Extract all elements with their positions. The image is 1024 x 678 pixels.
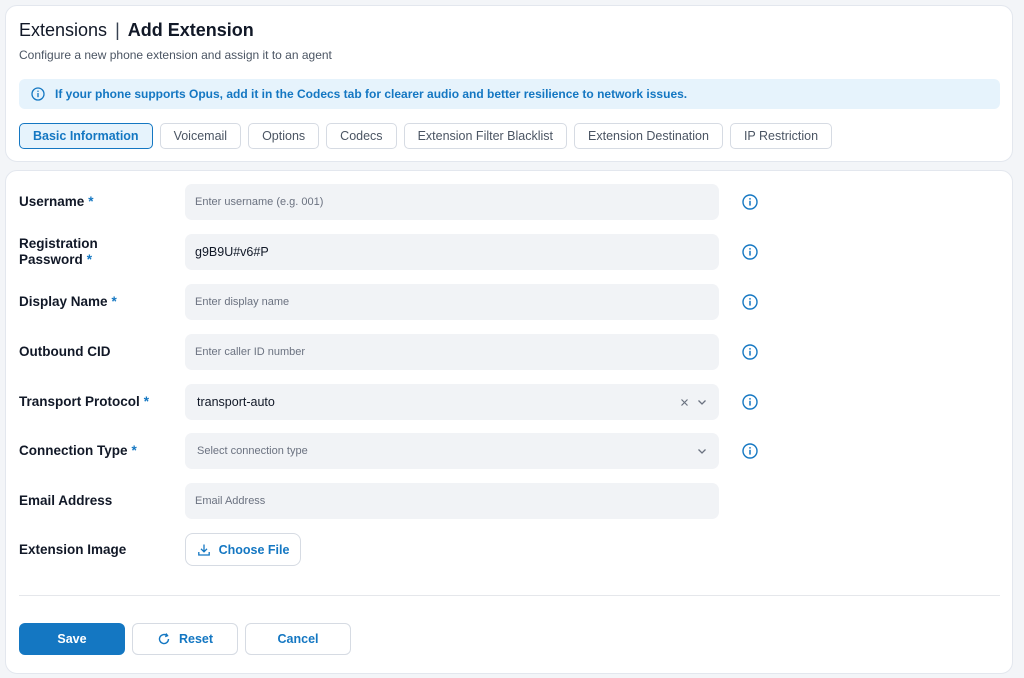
username-row: Username * [19,184,779,220]
email-address-label: Email Address [19,493,113,508]
breadcrumb-separator: | [115,20,120,40]
chevron-down-icon[interactable] [697,446,707,456]
info-circle-icon [31,87,45,101]
reset-button[interactable]: Reset [132,623,238,655]
email-address-input[interactable] [185,483,719,519]
outbound-cid-label: Outbound CID [19,344,111,359]
username-input[interactable] [185,184,719,220]
required-marker: * [143,394,150,409]
tab-extension-filter-blacklist[interactable]: Extension Filter Blacklist [403,123,568,149]
connection-type-label-text: Connection Type [19,443,128,458]
tab-voicemail[interactable]: Voicemail [159,123,242,149]
username-label: Username * [19,184,169,220]
connection-type-select[interactable]: Select connection type [185,433,719,469]
connection-type-label: Connection Type * [19,433,169,469]
download-icon [197,543,211,557]
transport-protocol-select[interactable]: transport-auto [185,384,719,420]
info-icon[interactable] [742,344,758,360]
connection-type-row: Connection Type * Select connection type [19,433,779,469]
choose-file-label: Choose File [218,542,290,557]
transport-protocol-label-text: Transport Protocol [19,394,140,409]
save-button[interactable]: Save [19,623,125,655]
email-address-row: Email Address [19,483,779,519]
info-banner-text: If your phone supports Opus, add it in t… [55,87,688,101]
choose-file-button[interactable]: Choose File [185,533,301,566]
transport-protocol-row: Transport Protocol * transport-auto [19,384,779,420]
refresh-icon [157,632,171,646]
connection-type-placeholder: Select connection type [197,445,308,457]
info-banner: If your phone supports Opus, add it in t… [19,79,1000,109]
required-marker: * [111,294,117,309]
tab-ip-restriction[interactable]: IP Restriction [729,123,833,149]
transport-protocol-label: Transport Protocol * [19,384,169,420]
page-subtitle: Configure a new phone extension and assi… [19,48,332,62]
extension-image-row: Extension Image Choose File [19,533,779,569]
tab-options[interactable]: Options [248,123,320,149]
registration-password-label-line2: Password [19,252,83,267]
chevron-down-icon[interactable] [697,397,707,407]
reset-label: Reset [178,632,214,646]
page-title: Extensions | Add Extension [19,20,254,41]
header-card: Extensions | Add Extension Configure a n… [5,5,1013,162]
registration-password-label-line1: Registration [19,236,98,251]
display-name-label: Display Name * [19,284,169,320]
required-marker: * [88,194,94,209]
transport-protocol-value: transport-auto [197,395,275,409]
cancel-button[interactable]: Cancel [245,623,351,655]
info-icon[interactable] [742,294,758,310]
display-name-label-text: Display Name [19,294,108,309]
required-marker: * [131,443,137,458]
registration-password-label: Registration Password * [19,234,169,270]
info-icon[interactable] [742,244,758,260]
extension-image-label: Extension Image [19,541,127,557]
registration-password-row: Registration Password * [19,234,779,270]
required-marker: * [86,252,93,267]
info-icon[interactable] [742,394,758,410]
tab-basic-information[interactable]: Basic Information [19,123,153,149]
form-card: Username* Registration Password* Display… [5,170,1013,674]
outbound-cid-row: Outbound CID [19,334,779,370]
info-icon[interactable] [742,194,758,210]
tab-bar: Basic Information Voicemail Options Code… [19,123,833,149]
form-divider [19,595,1000,596]
breadcrumb-section[interactable]: Extensions [19,20,107,41]
tab-extension-destination[interactable]: Extension Destination [574,123,723,149]
clear-icon[interactable] [680,398,689,407]
outbound-cid-input[interactable] [185,334,719,370]
display-name-row: Display Name * [19,284,779,320]
registration-password-input[interactable] [185,234,719,270]
tab-codecs[interactable]: Codecs [326,123,397,149]
display-name-input[interactable] [185,284,719,320]
info-icon[interactable] [742,443,758,459]
page-title-text: Add Extension [127,20,254,40]
username-label-text: Username [19,194,85,209]
